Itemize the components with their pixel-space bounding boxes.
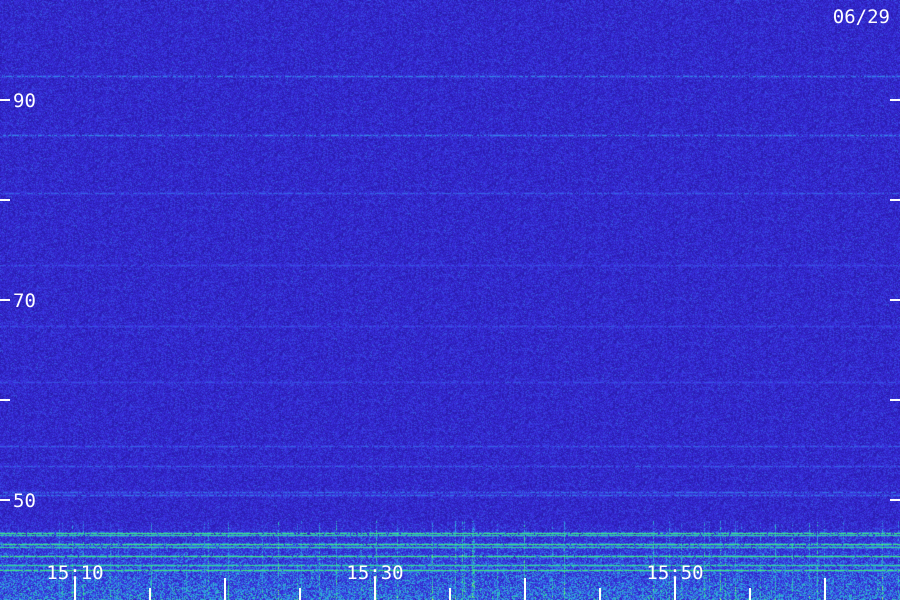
y-tick-label: 50: [13, 490, 36, 512]
y-ticks-left: [0, 99, 10, 501]
spectrogram-chart: 90 70 50 15:10 15:30 15:50 06/29: [0, 0, 900, 600]
chart-axes: 90 70 50 15:10 15:30 15:50 06/29: [0, 6, 900, 600]
x-tick-label: 15:10: [46, 562, 103, 584]
x-tick-label: 15:30: [346, 562, 403, 584]
date-label: 06/29: [833, 6, 890, 28]
x-tick-labels: 15:10 15:30 15:50: [46, 562, 703, 584]
x-ticks: [74, 578, 826, 600]
y-tick-label: 70: [13, 290, 36, 312]
y-tick-label: 90: [13, 90, 36, 112]
x-tick-label: 15:50: [646, 562, 703, 584]
y-ticks-right: [890, 99, 900, 501]
y-tick-labels: 90 70 50: [13, 90, 36, 512]
